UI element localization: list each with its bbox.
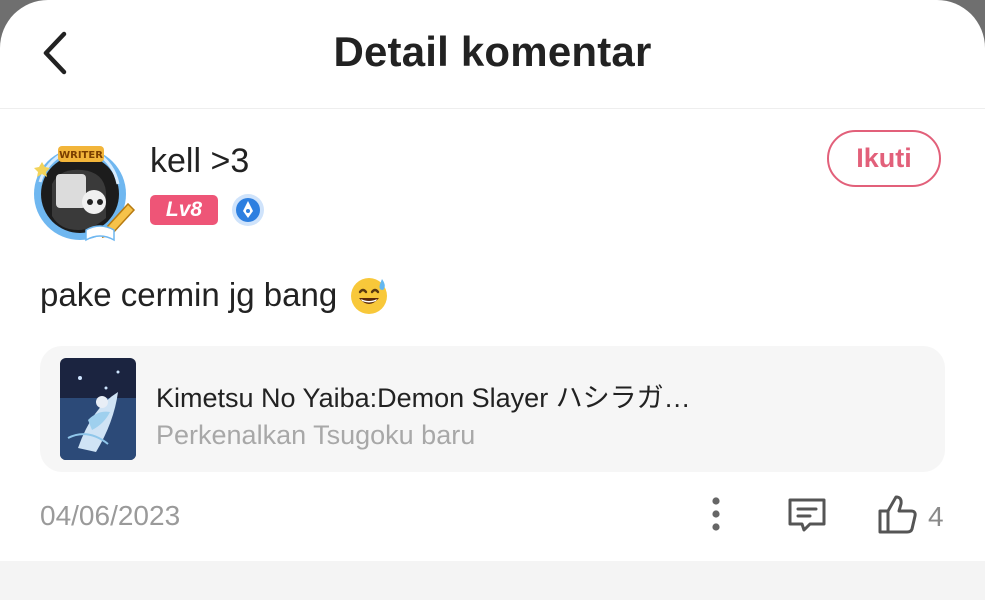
svg-text:WRITER: WRITER [59,150,103,161]
like-count: 4 [928,501,944,532]
avatar[interactable]: WRITER [30,144,138,244]
book-cover [60,358,136,460]
comment-text: pake cermin jg bang [40,275,389,315]
book-title: Kimetsu No Yaiba:Demon Slayer ハシラガ… [156,383,691,413]
comment-date: 04/06/2023 [40,500,181,531]
follow-button[interactable]: Ikuti [827,130,941,187]
thumbs-up-icon [878,495,917,534]
level-badge: Lv8 [150,195,218,225]
reply-button[interactable] [786,494,828,536]
like-button[interactable] [876,492,920,536]
section-divider [0,561,985,600]
header: Detail komentar [0,0,985,109]
username[interactable]: kell >3 [150,142,249,181]
comment-icon [788,498,826,532]
comment-detail-sheet: Detail komentar WRITER kell >3 Lv8 Ikuti… [0,0,985,600]
sweat-smile-emoji [351,278,388,314]
page-title: Detail komentar [333,28,652,75]
more-vertical-icon [712,497,720,531]
more-options-button[interactable] [700,494,732,536]
book-card[interactable]: Kimetsu No Yaiba:Demon Slayer ハシラガ… Perk… [40,346,945,472]
pen-badge-icon [231,193,265,227]
book-chapter: Perkenalkan Tsugoku baru [156,420,476,450]
comment-body: pake cermin jg bang [40,276,338,313]
